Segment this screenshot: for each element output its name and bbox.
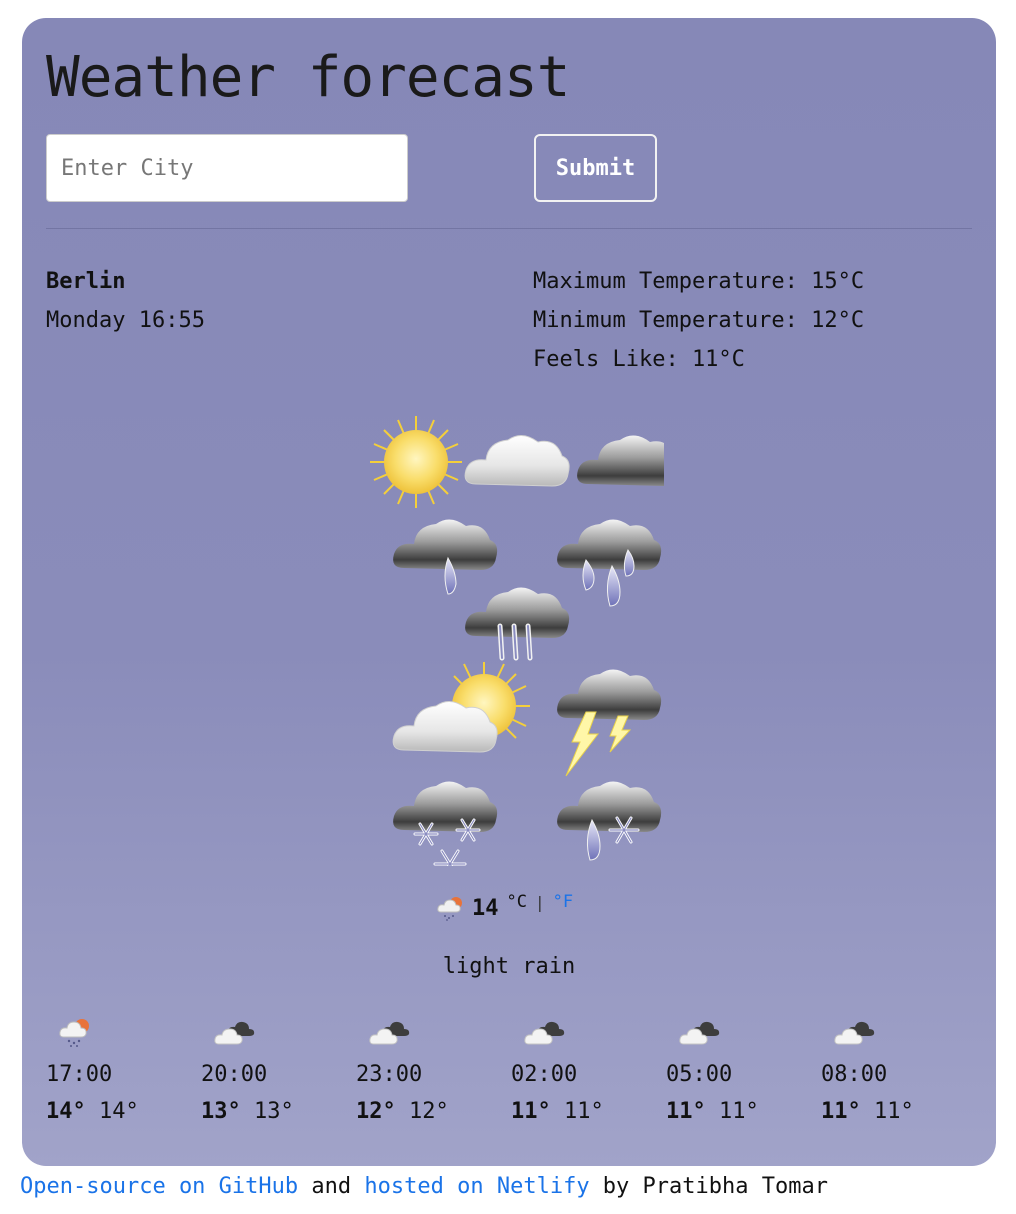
current-weather: 14 °C | °F [436,888,573,928]
partly-cloudy-icon [392,662,530,753]
rain-cloud-icon [393,519,498,595]
temperature-details: Maximum Temperature: 15°C Minimum Temper… [533,262,864,379]
forecast-max: 12° [356,1099,396,1124]
forecast-max: 11° [511,1099,551,1124]
weather-card: Weather forecast Submit Berlin Monday 16… [22,18,996,1166]
current-temperature: 14 [472,895,499,921]
sun-icon [370,416,462,508]
forecast-item: 20:00 13° 13° [201,1016,356,1124]
forecast-max: 11° [821,1099,861,1124]
unit-separator: | [534,892,545,912]
location-info: Berlin Monday 16:55 [46,262,205,340]
celsius-unit: °C [506,892,527,912]
forecast-max: 14° [46,1099,86,1124]
date-time: Monday 16:55 [46,308,205,333]
forecast-min: 11° [874,1099,914,1124]
light-rain-icon [437,897,462,921]
clouds-icon [524,1021,565,1045]
forecast-item: 17:00 14° 14° [46,1016,201,1124]
page-title: Weather forecast [46,45,570,110]
netlify-link[interactable]: hosted on Netlify [364,1174,589,1199]
clouds-icon [369,1021,410,1045]
forecast-item: 08:00 11° 11° [821,1016,976,1124]
fahrenheit-link[interactable]: °F [553,892,573,912]
forecast-item: 23:00 12° 12° [356,1016,511,1124]
forecast-min: 11° [564,1099,604,1124]
city-name: Berlin [46,269,126,294]
forecast-time: 23:00 [356,1062,423,1087]
forecast-time: 17:00 [46,1062,113,1087]
github-link[interactable]: Open-source on GitHub [20,1174,298,1199]
forecast-min: 12° [409,1099,449,1124]
snow-cloud-icon [393,781,498,866]
forecast-max: 11° [666,1099,706,1124]
thunderstorm-icon [557,669,662,777]
min-temperature: Minimum Temperature: 12°C [533,308,865,333]
forecast-min: 13° [254,1099,294,1124]
forecast-min: 14° [99,1099,139,1124]
forecast-item: 02:00 11° 11° [511,1016,666,1124]
max-temperature: Maximum Temperature: 15°C [533,269,865,294]
cloud-icon [464,434,570,487]
hourly-forecast: 17:00 14° 14° 20:00 13° 13° 23:00 12° 12… [46,1016,976,1124]
forecast-item: 05:00 11° 11° [666,1016,821,1124]
forecast-time: 20:00 [201,1062,268,1087]
feels-like: Feels Like: 11°C [533,347,745,372]
submit-button[interactable]: Submit [534,134,657,202]
forecast-time: 02:00 [511,1062,578,1087]
clouds-icon [834,1021,875,1045]
forecast-min: 11° [719,1099,759,1124]
weather-icons-collage [370,416,664,866]
footer-text: and [298,1174,365,1199]
footer: Open-source on GitHub and hosted on Netl… [20,1174,828,1199]
footer-author: by Pratibha Tomar [589,1174,828,1199]
heavy-rain-cloud-icon [557,519,662,607]
clouds-icon [679,1021,720,1045]
forecast-time: 08:00 [821,1062,888,1087]
city-search-input[interactable] [46,134,408,202]
forecast-time: 05:00 [666,1062,733,1087]
forecast-max: 13° [201,1099,241,1124]
divider [46,228,972,229]
clouds-icon [214,1021,255,1045]
overcast-icon [577,435,664,486]
sleet-cloud-icon [557,781,662,861]
weather-description: light rain [442,954,576,979]
sun-rain-icon [59,1019,89,1047]
showers-cloud-icon [465,587,570,661]
